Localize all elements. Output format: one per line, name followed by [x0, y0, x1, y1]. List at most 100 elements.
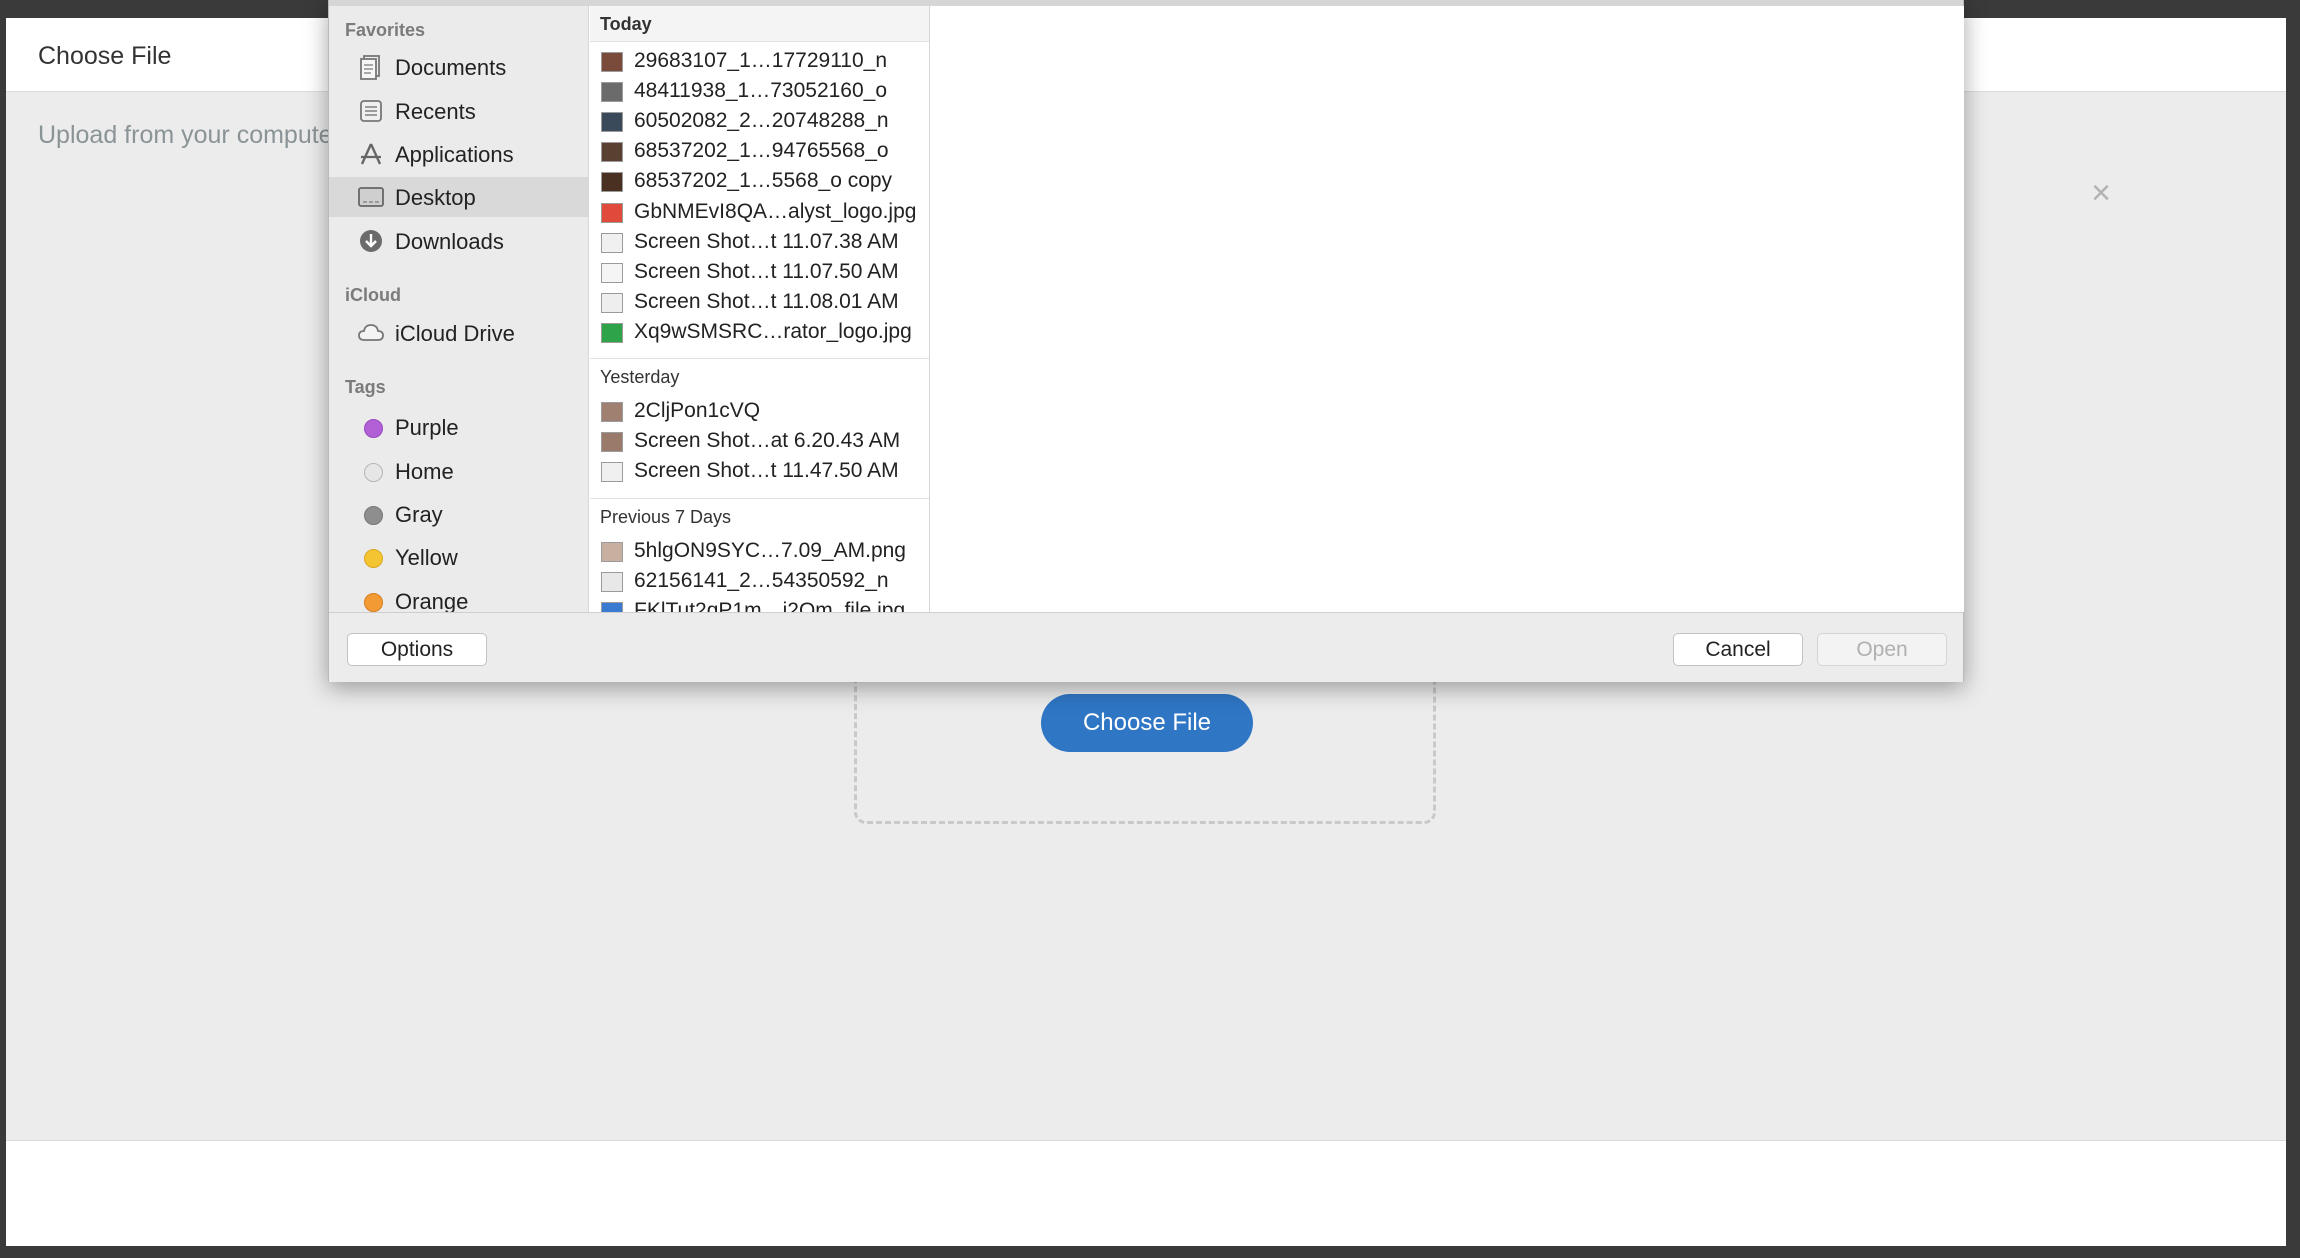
file-row[interactable]: 29683107_1…17729110_n [590, 46, 929, 76]
file-row[interactable]: 60502082_2…20748288_n [590, 106, 929, 136]
app-footer [6, 1140, 2286, 1246]
file-row[interactable]: 5hlgON9SYC…7.09_AM.png [590, 536, 929, 566]
file-thumbnail-icon [601, 82, 623, 103]
file-name: 68537202_1…5568_o copy [634, 169, 893, 193]
file-name: 62156141_2…54350592_n [634, 569, 889, 592]
file-thumbnail-icon [601, 172, 623, 193]
sidebar-item-label: Recents [395, 99, 476, 124]
preview-pane [931, 6, 1964, 612]
favorites-heading: Favorites [345, 20, 426, 40]
file-row[interactable]: 68537202_1…94765568_o [590, 136, 929, 166]
file-name: GbNMEvI8QA…alyst_logo.jpg [634, 199, 917, 223]
choose-file-button[interactable]: Choose File [1041, 694, 1253, 752]
sidebar-item-label: Documents [395, 55, 507, 80]
file-name: Screen Shot…at 6.20.43 AM [634, 429, 901, 452]
sidebar-item-desktop[interactable]: Desktop [329, 177, 588, 217]
sidebar-item-label: Home [395, 459, 454, 484]
file-name: Screen Shot…t 11.08.01 AM [634, 289, 899, 313]
file-thumbnail-icon [601, 232, 623, 253]
sidebar-item-label: Orange [395, 589, 469, 612]
file-thumbnail-icon [601, 602, 623, 612]
file-thumbnail-icon [601, 52, 623, 72]
sidebar-item-applications[interactable]: Applications [329, 134, 588, 174]
file-row[interactable]: 68537202_1…5568_o copy [590, 166, 929, 196]
file-name: Screen Shot…t 11.07.38 AM [634, 229, 899, 253]
sidebar-tag-gray[interactable]: Gray [329, 494, 588, 534]
file-thumbnail-icon [601, 202, 623, 223]
close-icon[interactable]: × [2086, 176, 2116, 210]
section-title: Yesterday [600, 367, 680, 387]
file-row[interactable]: FKlTut2gP1m…i2Om_file.jpg [590, 596, 929, 612]
file-row[interactable]: 48411938_1…73052160_o [590, 76, 929, 106]
file-row[interactable]: 62156141_2…54350592_n [590, 566, 929, 596]
file-row[interactable]: Screen Shot…t 11.07.38 AM [590, 227, 929, 257]
file-name: 2CljPon1cVQ [634, 399, 761, 422]
open-button[interactable]: Open [1817, 633, 1947, 666]
file-thumbnail-icon [601, 402, 623, 422]
tag-color-dot [364, 593, 383, 612]
page-title: Choose File [38, 42, 172, 70]
cloud-icon [358, 324, 384, 341]
sidebar-item-recents[interactable]: Recents [329, 91, 588, 131]
documents-icon [360, 55, 380, 80]
options-button[interactable]: Options [347, 633, 487, 666]
file-thumbnail-icon [601, 322, 623, 343]
sidebar-item-documents[interactable]: Documents [329, 47, 588, 87]
tag-color-dot [364, 419, 383, 438]
file-row[interactable]: Xq9wSMSRC…rator_logo.jpg [590, 317, 929, 347]
icloud-heading: iCloud [345, 285, 401, 305]
file-name: 48411938_1…73052160_o [634, 79, 888, 103]
sidebar-tag-orange[interactable]: Orange [329, 581, 588, 612]
file-open-dialog: Favorites Documents Recents Applications… [328, 0, 1964, 682]
file-thumbnail-icon [601, 462, 623, 482]
file-thumbnail-icon [601, 542, 623, 562]
file-thumbnail-icon [601, 572, 623, 592]
sidebar-tag-yellow[interactable]: Yellow [329, 537, 588, 577]
file-row[interactable]: Screen Shot…t 11.47.50 AM [590, 456, 929, 486]
upload-subtitle: Upload from your computer [38, 121, 341, 149]
sidebar-item-label: Gray [395, 502, 443, 527]
dialog-button-bar: Options Cancel Open [329, 612, 1963, 682]
file-name: Screen Shot…t 11.47.50 AM [634, 459, 899, 482]
applications-icon [360, 143, 382, 165]
desktop-icon [358, 187, 384, 207]
file-name: Xq9wSMSRC…rator_logo.jpg [634, 319, 912, 343]
sidebar-tag-purple[interactable]: Purple [329, 407, 588, 447]
downloads-icon [360, 230, 382, 252]
file-name: 68537202_1…94765568_o [634, 139, 889, 163]
section-title: Today [600, 14, 652, 34]
file-thumbnail-icon [601, 112, 623, 133]
file-row[interactable]: GbNMEvI8QA…alyst_logo.jpg [590, 197, 929, 227]
sidebar-item-label: Purple [395, 415, 459, 440]
sidebar-item-label: Applications [395, 142, 514, 167]
sidebar-item-label: Yellow [395, 545, 458, 570]
cancel-button[interactable]: Cancel [1673, 633, 1803, 666]
file-thumbnail-icon [601, 292, 623, 313]
file-thumbnail-icon [601, 262, 623, 283]
sidebar-item-label: Downloads [395, 229, 504, 254]
file-row[interactable]: Screen Shot…at 6.20.43 AM [590, 426, 929, 456]
sidebar-item-downloads[interactable]: Downloads [329, 221, 588, 261]
file-name: Screen Shot…t 11.07.50 AM [634, 259, 899, 283]
sidebar-item-icloud-drive[interactable]: iCloud Drive [329, 313, 588, 353]
section-header-previous-7-days: Previous 7 Days [590, 499, 929, 535]
dialog-sidebar: Favorites Documents Recents Applications… [329, 6, 589, 612]
file-name: FKlTut2gP1m…i2Om_file.jpg [634, 599, 906, 612]
file-name: 5hlgON9SYC…7.09_AM.png [634, 539, 906, 562]
file-thumbnail-icon [601, 142, 623, 163]
file-name: 60502082_2…20748288_n [634, 109, 889, 133]
tag-color-dot [364, 506, 383, 525]
section-header-yesterday: Yesterday [590, 359, 929, 395]
file-thumbnail-icon [601, 432, 623, 452]
section-header-today: Today [590, 6, 929, 42]
file-row[interactable]: Screen Shot…t 11.08.01 AM [590, 287, 929, 317]
file-row[interactable]: 2CljPon1cVQ [590, 396, 929, 426]
tag-color-dot [364, 463, 383, 482]
file-name: 29683107_1…17729110_n [634, 49, 888, 72]
tag-color-dot [364, 549, 383, 568]
file-list-column[interactable]: Today 29683107_1…17729110_n 48411938_1…73… [590, 6, 930, 612]
tags-heading: Tags [345, 377, 386, 397]
file-row[interactable]: Screen Shot…t 11.07.50 AM [590, 257, 929, 287]
recents-icon [360, 100, 382, 122]
sidebar-tag-home[interactable]: Home [329, 451, 588, 491]
